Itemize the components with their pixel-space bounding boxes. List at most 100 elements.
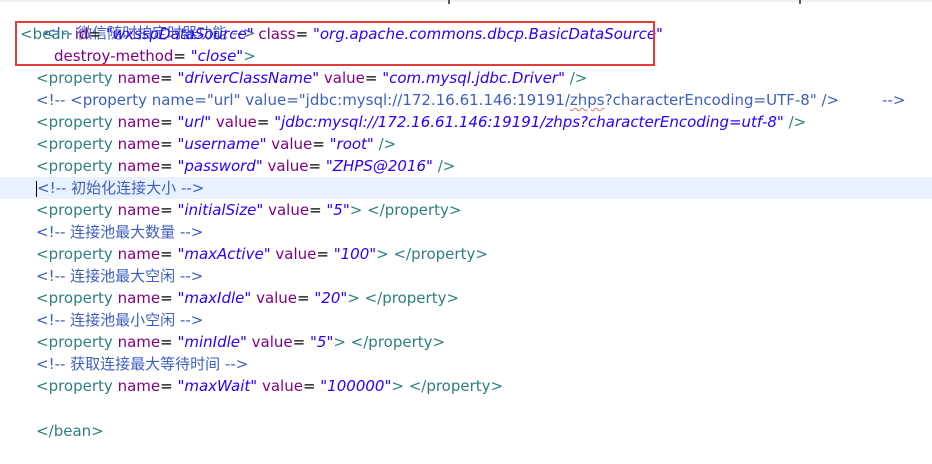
property-name-value: "maxIdle" — [177, 289, 252, 307]
code-line[interactable]: <property name= "maxActive" value= "100"… — [0, 243, 932, 265]
code-line-top-comment[interactable]: <!-- 微信随时拍定时器功能 --> — [0, 0, 932, 42]
value-attr: value — [271, 135, 313, 153]
property-value: "5" — [310, 333, 334, 351]
value-attr: value — [323, 69, 365, 87]
name-attr: name — [117, 201, 161, 219]
code-line[interactable]: <property name= "maxWait" value= "100000… — [0, 375, 932, 397]
code-line[interactable]: <!-- 获取连接最大等待时间 --> — [0, 353, 932, 375]
equals: = — [297, 289, 315, 307]
equals: = — [292, 333, 310, 351]
code-line-bean-open[interactable]: <bean id= "wxsspDataSource" class= "org.… — [0, 23, 932, 45]
code-line[interactable]: <!-- 初始化连接大小 --> — [0, 177, 932, 199]
equals: = — [160, 201, 178, 219]
equals: = — [160, 245, 178, 263]
code-line[interactable]: <property name= "password" value= "ZHPS@… — [0, 155, 932, 177]
equals: = — [160, 377, 178, 395]
property-name-value: "maxWait" — [177, 377, 258, 395]
code-line-bean-close[interactable]: </bean> — [0, 398, 932, 440]
code-line[interactable]: <property name= "url" value= "jdbc:mysql… — [0, 111, 932, 133]
name-attr: name — [117, 289, 161, 307]
property-value: "root" — [329, 135, 374, 153]
code-line[interactable]: <property name= "initialSize" value= "5"… — [0, 199, 932, 221]
property-end-tag: > </property> — [349, 201, 462, 219]
property-name-value: "username" — [177, 135, 267, 153]
value-attr: value — [256, 289, 298, 307]
property-tag: <property — [36, 377, 118, 395]
name-attr: name — [117, 157, 161, 175]
equals: = — [256, 113, 275, 131]
property-end-tag: > </property> — [347, 289, 460, 307]
value-attr: value — [215, 113, 257, 131]
property-tag: <property — [36, 245, 118, 263]
equals: = — [160, 69, 178, 87]
xml-comment: <!-- 连接池最大数量 --> — [36, 223, 204, 241]
name-attr: name — [117, 333, 161, 351]
bean-class-value: "org.apache.commons.dbcp.BasicDataSource… — [312, 25, 663, 43]
code-line[interactable]: <property name= "username" value= "root"… — [0, 133, 932, 155]
property-name-value: "url" — [177, 113, 212, 131]
equals: = — [160, 113, 178, 131]
code-line[interactable]: <property name= "driverClassName" value=… — [0, 67, 932, 89]
property-value: "ZHPS@2016" — [325, 157, 433, 175]
xml-comment: <!-- 获取连接最大等待时间 --> — [36, 355, 249, 373]
bean-class-attr: class — [258, 25, 296, 43]
property-value: "com.mysql.jdbc.Driver" — [382, 69, 565, 87]
property-value: "5" — [326, 201, 350, 219]
code-line[interactable]: <!-- 连接池最大数量 --> — [0, 221, 932, 243]
value-attr: value — [267, 157, 309, 175]
code-line[interactable]: <!-- 连接池最大空闲 --> — [0, 265, 932, 287]
property-end-tag: /> — [373, 135, 397, 153]
name-attr: name — [117, 245, 161, 263]
bean-open-end: > — [243, 47, 256, 65]
value-attr: value — [261, 377, 303, 395]
commented-property-end: ?characterEncoding=UTF-8" /> --> — [604, 91, 906, 109]
code-line[interactable]: <!-- 连接池最小空闲 --> — [0, 309, 932, 331]
property-end-tag: > </property> — [376, 245, 488, 263]
property-value: "20" — [314, 289, 348, 307]
value-attr: value — [275, 245, 317, 263]
destroy-method-attr: destroy-method — [54, 47, 174, 65]
code-line-destroy-method[interactable]: destroy-method= "close"> — [0, 45, 932, 67]
name-attr: name — [117, 135, 161, 153]
bean-id-attr: id — [74, 25, 89, 43]
value-attr: value — [268, 201, 310, 219]
bean-open-tag: <bean — [20, 25, 75, 43]
property-value: "100" — [333, 245, 377, 263]
equals: = — [160, 157, 178, 175]
xml-editor[interactable]: <!-- 微信随时拍定时器功能 --> <bean id= "wxsspData… — [0, 0, 932, 440]
property-name-value: "driverClassName" — [177, 69, 320, 87]
equals: = — [302, 377, 321, 395]
spelling-squiggle: zhps — [569, 91, 605, 109]
property-end-tag: /> — [432, 157, 456, 175]
equals: = — [312, 135, 330, 153]
property-end-tag: /> — [564, 69, 588, 87]
commented-property: <!-- <property name="url" value="jdbc:my… — [36, 91, 570, 109]
equals: = — [364, 69, 383, 87]
property-end-tag: /> — [783, 113, 807, 131]
xml-comment: <!-- 初始化连接大小 --> — [37, 179, 205, 197]
code-line[interactable]: <!-- <property name="url" value="jdbc:my… — [0, 89, 932, 111]
property-name-value: "maxActive" — [177, 245, 271, 263]
equals: = — [309, 201, 327, 219]
code-line[interactable]: <property name= "maxIdle" value= "20"> <… — [0, 287, 932, 309]
property-tag: <property — [36, 113, 118, 131]
bean-close-tag: </bean> — [36, 422, 104, 440]
property-end-tag: > </property> — [333, 333, 446, 351]
xml-comment: <!-- 连接池最大空闲 --> — [36, 267, 204, 285]
equals: = — [160, 289, 178, 307]
xml-comment: <!-- 连接池最小空闲 --> — [36, 311, 204, 329]
code-line[interactable]: <property name= "minIdle" value= "5"> </… — [0, 331, 932, 353]
property-tag: <property — [36, 333, 118, 351]
